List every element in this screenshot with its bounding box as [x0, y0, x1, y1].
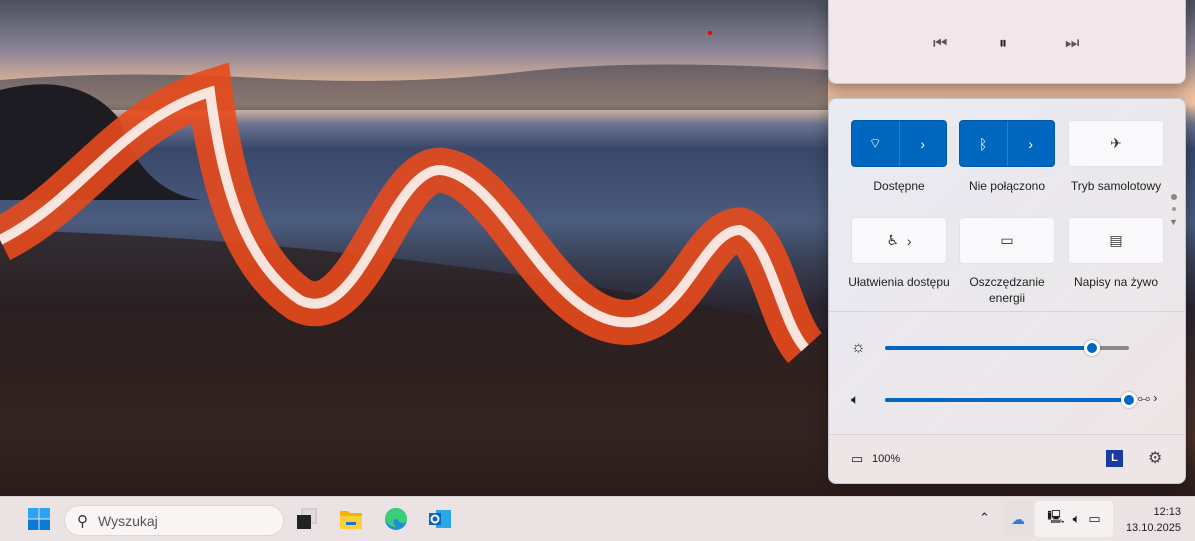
- settings-gear-icon[interactable]: ⚙: [1148, 448, 1162, 468]
- accessibility-icon: ♿︎: [886, 232, 900, 248]
- clock-date: 13.10.2025: [1125, 522, 1181, 534]
- wifi-label: Dostępne: [873, 179, 925, 193]
- page-dot[interactable]: [1172, 207, 1176, 211]
- quick-settings-footer: ▭ 100% L ⚙: [829, 434, 1185, 483]
- battery-charging-icon: ▭: [851, 451, 864, 466]
- system-tray-group[interactable]: 🖳︎ 🔈︎ ▭: [1035, 501, 1113, 537]
- wifi-tile[interactable]: ⌔ ›: [851, 120, 947, 167]
- chevron-right-icon: ›: [906, 232, 912, 249]
- page-dot-active[interactable]: [1171, 194, 1177, 200]
- battery-saver-tile[interactable]: ▭: [959, 217, 1055, 264]
- scroll-down-icon[interactable]: ▼: [1169, 217, 1178, 227]
- airplane-icon: ✈: [1110, 135, 1122, 151]
- live-captions-icon: ▤: [1109, 232, 1123, 248]
- network-ethernet-icon: 🖳︎: [1047, 509, 1065, 524]
- start-windows-icon[interactable]: [27, 507, 51, 531]
- brightness-icon: ☼: [851, 339, 866, 356]
- live-captions-tile[interactable]: ▤: [1068, 217, 1164, 264]
- airplane-label: Tryb samolotowy: [1070, 179, 1162, 193]
- user-avatar[interactable]: L: [1106, 450, 1123, 467]
- bluetooth-tile[interactable]: ᛒ ›: [959, 120, 1055, 167]
- chevron-right-icon[interactable]: ›: [1006, 121, 1055, 166]
- battery-saver-icon: ▭: [1000, 232, 1014, 248]
- volume-slider-fill: [885, 398, 1129, 402]
- onedrive-cloud-icon: ☁: [1011, 510, 1025, 527]
- bluetooth-icon[interactable]: ᛒ: [960, 121, 1007, 166]
- outlook-icon[interactable]: [428, 507, 452, 531]
- show-hidden-icons-chevron-up-icon[interactable]: ⌃: [979, 510, 990, 526]
- battery-saver-label: Oszczędzanie energii: [969, 275, 1045, 305]
- volume-icon[interactable]: 🔈︎: [851, 391, 859, 408]
- search-placeholder: Wyszukaj: [98, 512, 158, 529]
- pause-icon[interactable]: ⏸: [999, 35, 1007, 53]
- brightness-slider-thumb[interactable]: [1084, 340, 1101, 356]
- live-captions-label: Napisy na żywo: [1073, 275, 1159, 289]
- onedrive-tray[interactable]: ☁: [1003, 501, 1033, 537]
- previous-track-icon[interactable]: ⏮: [933, 35, 947, 53]
- wifi-icon[interactable]: ⌔: [852, 121, 899, 166]
- volume-icon: 🔈︎: [1072, 511, 1081, 526]
- volume-slider-thumb[interactable]: [1121, 392, 1137, 408]
- clock[interactable]: 12:13 13.10.2025: [1126, 504, 1181, 536]
- battery-percent[interactable]: 100%: [872, 453, 900, 465]
- divider: [829, 311, 1185, 312]
- bluetooth-label: Nie połączono: [968, 179, 1046, 193]
- edge-browser-icon[interactable]: [384, 507, 408, 531]
- media-flyout: ⏮ ⏸ ⏭: [828, 0, 1186, 84]
- next-track-icon[interactable]: ⏭: [1065, 35, 1079, 53]
- brightness-slider-fill: [885, 346, 1093, 350]
- clock-time: 12:13: [1153, 506, 1181, 518]
- taskbar: ⚲ Wyszukaj ⌃ ☁ 🖳︎ 🔈︎ ▭ 12:13 13.10.2025: [0, 496, 1195, 541]
- airplane-tile[interactable]: ✈: [1068, 120, 1164, 167]
- accessibility-label: Ułatwienia dostępu: [848, 275, 950, 289]
- search-icon: ⚲: [77, 512, 88, 530]
- task-view-icon[interactable]: [296, 507, 320, 531]
- audio-output-icon[interactable]: ⧟ ›: [1138, 391, 1157, 406]
- accessibility-tile[interactable]: ♿︎ ›: [851, 217, 947, 264]
- chevron-right-icon[interactable]: ›: [898, 121, 947, 166]
- battery-icon: ▭: [1088, 511, 1101, 526]
- quick-settings-panel: ⌔ › Dostępne ᛒ › Nie połączono ✈ Tryb samo…: [828, 98, 1186, 484]
- file-explorer-icon[interactable]: [339, 507, 363, 531]
- taskbar-search-box[interactable]: ⚲ Wyszukaj: [64, 505, 284, 536]
